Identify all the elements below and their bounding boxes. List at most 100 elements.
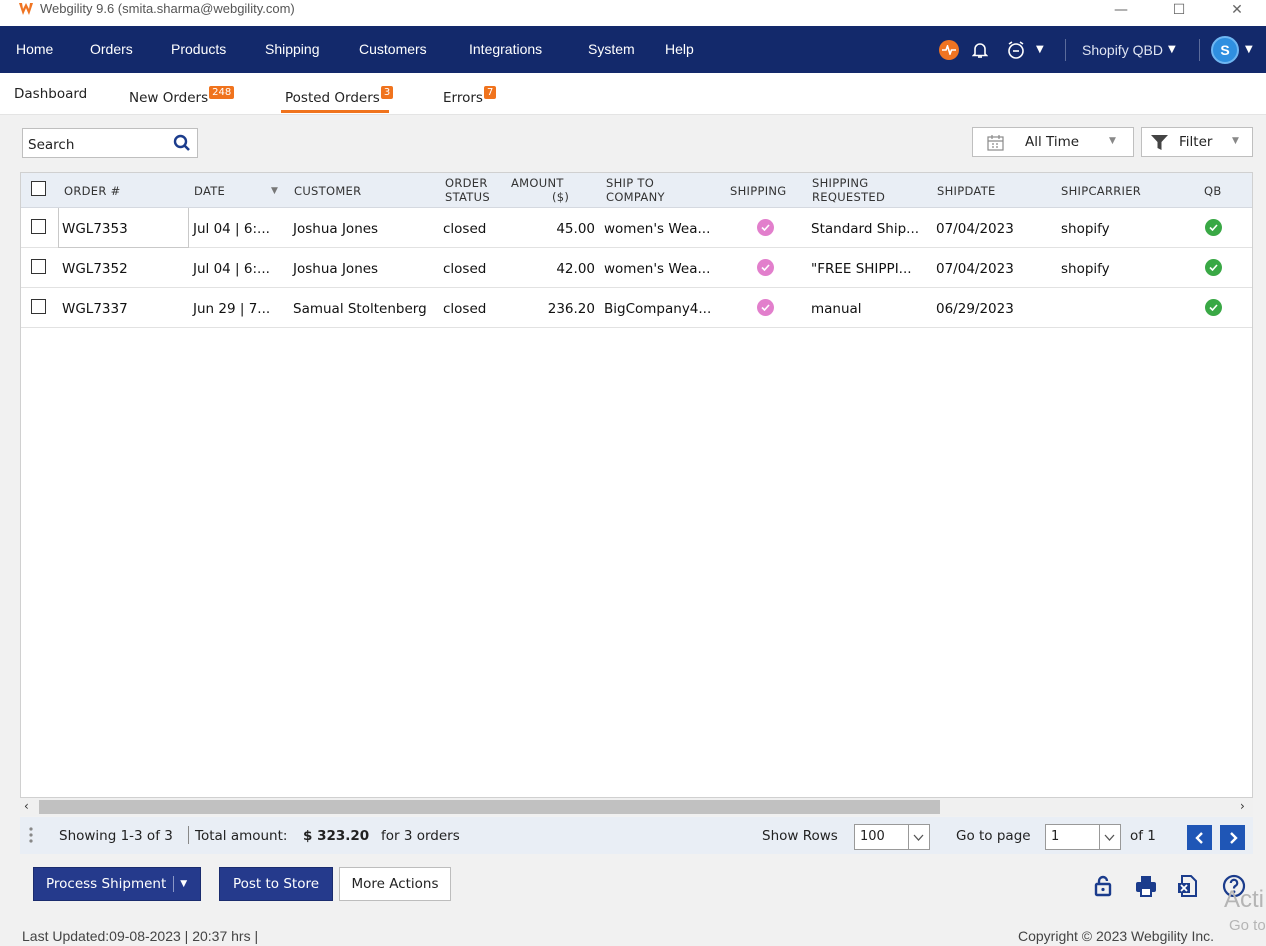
date-range-select[interactable]: All Time ▼ [972,127,1134,157]
show-rows-value: 100 [860,829,885,844]
company-name: Shopify QBD [1082,41,1163,58]
previous-page-button[interactable] [1187,825,1212,850]
chevron-down-icon[interactable]: ▼ [180,879,187,889]
table-row[interactable]: WGL7352 Jul 04 | 6:... Joshua Jones clos… [21,248,1252,288]
row-checkbox[interactable] [31,259,46,274]
column-header-shipdate[interactable]: SHIPDATE [937,184,996,198]
company-selector[interactable]: Shopify QBD ▼ [1082,26,1176,73]
nav-home[interactable]: Home [16,41,53,57]
table-row[interactable]: WGL7353 Jul 04 | 6:... Joshua Jones clos… [21,208,1252,248]
close-button[interactable]: ✕ [1214,0,1260,20]
order-date: Jul 04 | 6:... [193,221,270,237]
column-header-order[interactable]: ORDER # [64,184,121,198]
column-header-amount-line1[interactable]: AMOUNT [511,176,564,190]
post-to-store-button[interactable]: Post to Store [219,867,333,901]
tab-new-orders[interactable]: New Orders 248 [129,86,235,106]
more-actions-button[interactable]: More Actions [339,867,451,901]
table-row[interactable]: WGL7337 Jun 29 | 7... Samual Stoltenberg… [21,288,1252,328]
shipping-status-icon[interactable] [757,259,774,276]
date-range-value: All Time [1025,134,1080,150]
ship-to-company: women's Wea... [604,261,711,277]
export-excel-icon[interactable] [1176,874,1200,898]
column-header-qb[interactable]: QB [1204,184,1222,198]
search-input[interactable]: Search [22,128,198,158]
row-checkbox[interactable] [31,219,46,234]
alarm-clock-icon [1008,40,1024,59]
main-nav-bar: Home Orders Products Shipping Customers … [0,26,1266,73]
scrollbar-thumb[interactable] [39,800,940,814]
chevron-down-icon: ▼ [1245,44,1253,55]
chevron-down-icon [1104,834,1115,841]
window-title: Webgility 9.6 (smita.sharma@webgility.co… [40,0,295,16]
column-header-amount-line2[interactable]: ($) [552,190,569,204]
column-header-customer[interactable]: CUSTOMER [294,184,361,198]
show-rows-select[interactable]: 100 [854,824,930,850]
order-date: Jul 04 | 6:... [193,261,270,277]
nav-customers[interactable]: Customers [359,41,427,57]
select-all-checkbox[interactable] [31,181,46,196]
order-number[interactable]: WGL7353 [62,221,128,237]
column-header-order-status-line1[interactable]: ORDER [445,176,488,190]
reminders-dropdown[interactable]: ▼ [1006,26,1044,73]
chevron-down-icon: ▼ [1036,44,1044,55]
process-shipment-button[interactable]: Process Shipment ▼ [33,867,201,901]
footer-bar: Last Updated:09-08-2023 | 20:37 hrs | Co… [0,925,1266,946]
user-menu[interactable]: S ▼ [1211,26,1253,73]
status-divider [188,826,189,844]
scroll-right-icon[interactable]: › [1240,799,1245,813]
row-checkbox[interactable] [31,299,46,314]
qb-posted-icon[interactable] [1205,299,1222,316]
activity-button[interactable] [939,26,959,73]
nav-shipping[interactable]: Shipping [265,41,320,57]
activation-watermark-subtext: Go to [1229,917,1266,934]
shipping-status-icon[interactable] [757,219,774,236]
nav-divider [1199,39,1200,61]
order-number[interactable]: WGL7352 [62,261,128,277]
column-header-shipping-requested-line2[interactable]: REQUESTED [812,190,885,204]
qb-posted-icon[interactable] [1205,259,1222,276]
order-number[interactable]: WGL7337 [62,301,128,317]
page-select[interactable]: 1 [1045,824,1121,850]
sort-desc-icon[interactable]: ▼ [271,184,278,198]
column-header-date[interactable]: DATE [194,184,225,198]
active-tab-indicator [281,110,389,113]
drag-handle-icon[interactable] [28,826,34,844]
order-amount: 236.20 [547,301,595,317]
notifications-button[interactable] [972,26,988,73]
column-header-shipping-requested-line1[interactable]: SHIPPING [812,176,869,190]
filter-button[interactable]: Filter ▼ [1141,127,1253,157]
minimize-button[interactable]: — [1098,0,1144,20]
calendar-icon [987,135,1004,151]
tab-posted-orders[interactable]: Posted Orders 3 [285,86,394,106]
tab-errors[interactable]: Errors 7 [443,86,497,106]
tab-label: Errors [443,90,483,106]
nav-products[interactable]: Products [171,41,226,57]
unlock-icon[interactable] [1091,874,1115,898]
column-header-ship-to-line2[interactable]: COMPANY [606,190,665,204]
order-status: closed [443,301,487,317]
scroll-left-icon[interactable]: ‹ [24,799,29,813]
select-divider [1099,825,1100,849]
copyright-text: Copyright © 2023 Webgility Inc. [1018,928,1215,944]
print-icon[interactable] [1134,874,1158,898]
qb-posted-icon[interactable] [1205,219,1222,236]
maximize-button[interactable]: ☐ [1156,0,1202,20]
column-header-ship-to-line1[interactable]: SHIP TO [606,176,654,190]
search-icon[interactable] [173,134,191,152]
nav-help[interactable]: Help [665,41,694,57]
column-header-shipping[interactable]: SHIPPING [730,184,787,198]
chevron-down-icon [913,834,924,841]
ship-date: 06/29/2023 [936,301,1014,317]
shipping-requested: manual [811,301,862,317]
nav-system[interactable]: System [588,41,635,57]
column-header-shipcarrier[interactable]: SHIPCARRIER [1061,184,1141,198]
next-page-button[interactable] [1220,825,1245,850]
go-to-page-label: Go to page [956,828,1031,844]
nav-orders[interactable]: Orders [90,41,133,57]
column-header-order-status-line2[interactable]: STATUS [445,190,490,204]
nav-integrations[interactable]: Integrations [469,41,542,57]
tab-dashboard[interactable]: Dashboard [14,86,87,102]
shipping-status-icon[interactable] [757,299,774,316]
shipping-requested: Standard Ship... [811,221,920,237]
horizontal-scrollbar[interactable]: ‹ › [20,798,1253,816]
